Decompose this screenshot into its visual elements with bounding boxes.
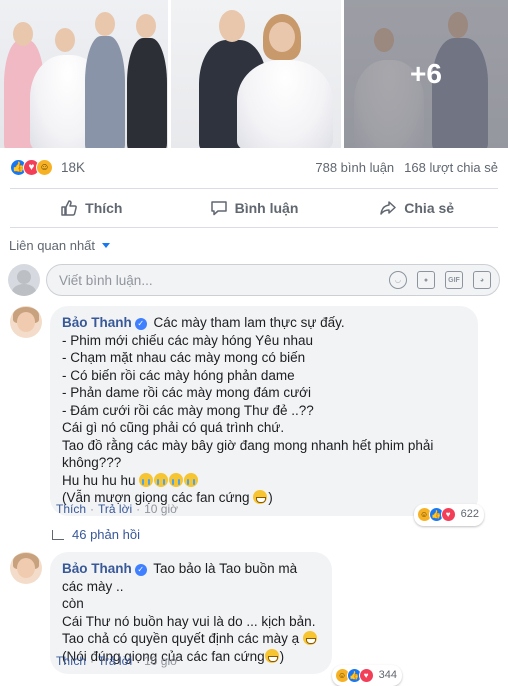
comment-placeholder: Viết bình luận... bbox=[59, 273, 153, 288]
sort-label: Liên quan nhất bbox=[9, 238, 95, 253]
comment-text-line: Cái gì nó cũng phải có quá trình chứ. bbox=[62, 419, 466, 437]
gif-icon[interactable]: GIF bbox=[445, 271, 463, 289]
comment-text-line: không??? bbox=[62, 454, 466, 472]
comment-text-line: Các mày tham lam thực sự đấy. bbox=[154, 315, 345, 330]
love-reaction-icon: ♥ bbox=[441, 507, 456, 522]
camera-icon[interactable]: ● bbox=[417, 271, 435, 289]
reply-arrow-icon bbox=[52, 530, 64, 540]
sticker-icon[interactable]: ◕ bbox=[473, 271, 491, 289]
comment-reaction-count: 344 bbox=[379, 667, 397, 685]
comment-input[interactable]: Viết bình luận... ◡ ● GIF ◕ bbox=[46, 264, 500, 296]
like-label: Thích bbox=[85, 200, 122, 216]
comment-reply-link[interactable]: Trả lời bbox=[98, 654, 132, 668]
comment-count[interactable]: 788 bình luận bbox=[315, 160, 394, 175]
author-avatar[interactable] bbox=[10, 306, 42, 338]
comment-reactions[interactable]: ☺ 👍 ♥ 344 bbox=[332, 665, 402, 686]
more-photos-overlay: +6 bbox=[344, 0, 508, 148]
author-name[interactable]: Bảo Thanh bbox=[62, 315, 132, 330]
comment-text-line: còn bbox=[62, 595, 320, 613]
comment-sort-dropdown[interactable]: Liên quan nhất bbox=[9, 238, 110, 253]
comment-text-line: Cái Thư nó buồn hay vui là do ... kịch b… bbox=[62, 613, 320, 631]
author-name[interactable]: Bảo Thanh bbox=[62, 561, 132, 576]
crying-emoji-icon bbox=[169, 473, 183, 487]
photo-2[interactable] bbox=[171, 0, 341, 148]
comment-reaction-count: 622 bbox=[461, 506, 479, 524]
crying-emoji-icon bbox=[139, 473, 153, 487]
comment-text-line: Tao đồ rằng các mày bây giờ đang mong nh… bbox=[62, 437, 466, 455]
like-button[interactable]: Thích bbox=[10, 189, 173, 227]
photo-grid: +6 bbox=[0, 0, 508, 148]
current-user-avatar[interactable] bbox=[8, 264, 40, 296]
comment-1: Bảo Thanh✓ Các mày tham lam thực sự đấy.… bbox=[10, 306, 478, 516]
comment-timestamp[interactable]: 10 giờ bbox=[144, 654, 178, 668]
haha-reaction-icon: ☺ bbox=[36, 159, 53, 176]
comment-reactions[interactable]: ☺ 👍 ♥ 622 bbox=[414, 504, 484, 526]
crying-emoji-icon bbox=[154, 473, 168, 487]
share-button[interactable]: Chia sẻ bbox=[335, 189, 498, 227]
share-count[interactable]: 168 lượt chia sẻ bbox=[404, 160, 498, 175]
emoji-icon[interactable]: ◡ bbox=[389, 271, 407, 289]
grinning-emoji-icon bbox=[303, 631, 317, 645]
comment-bubble: Bảo Thanh✓ Các mày tham lam thực sự đấy.… bbox=[50, 306, 478, 516]
comment-text-line: - Phim mới chiếu các mày hóng Yêu nhau bbox=[62, 332, 466, 350]
comment-text-line: - Chạm mặt nhau các mày mong có biến bbox=[62, 349, 466, 367]
comment-timestamp[interactable]: 10 giờ bbox=[144, 502, 178, 516]
crying-emoji-icon bbox=[184, 473, 198, 487]
photo-3-more[interactable]: +6 bbox=[344, 0, 508, 148]
comment-text-line: - Đám cưới rồi các mày mong Thư đẻ ..?? bbox=[62, 402, 466, 420]
comment-icon bbox=[210, 199, 228, 217]
comment-like-link[interactable]: Thích bbox=[56, 502, 86, 516]
comment-reply-link[interactable]: Trả lời bbox=[98, 502, 132, 516]
verified-badge-icon: ✓ bbox=[135, 564, 147, 576]
more-photos-count: +6 bbox=[410, 58, 442, 90]
comment-button[interactable]: Bình luận bbox=[173, 189, 336, 227]
verified-badge-icon: ✓ bbox=[135, 318, 147, 330]
thumbs-up-icon bbox=[60, 199, 78, 217]
grinning-emoji-icon bbox=[265, 649, 279, 663]
view-replies-link[interactable]: 46 phản hồi bbox=[52, 527, 140, 542]
comment-text-line: - Phản dame rồi các mày mong đám cưới bbox=[62, 384, 466, 402]
share-icon bbox=[379, 199, 397, 217]
share-label: Chia sẻ bbox=[404, 200, 454, 216]
caret-down-icon bbox=[102, 243, 110, 248]
grinning-emoji-icon bbox=[253, 490, 267, 504]
comment-text-line: - Có biến rồi các mày hóng phản dame bbox=[62, 367, 466, 385]
photo-1[interactable] bbox=[0, 0, 168, 148]
reaction-summary: 👍 ♥ ☺ 18K 788 bình luận 168 lượt chia sẻ bbox=[0, 148, 508, 186]
replies-count: 46 phản hồi bbox=[72, 527, 140, 542]
comment-text-line: Tao chả có quyền quyết định các mày ạ bbox=[62, 631, 299, 646]
comment-like-link[interactable]: Thích bbox=[56, 654, 86, 668]
action-bar: Thích Bình luận Chia sẻ bbox=[10, 188, 498, 228]
reaction-count[interactable]: 18K bbox=[61, 160, 85, 175]
author-avatar[interactable] bbox=[10, 552, 42, 584]
comment-text-line: Hu hu hu hu bbox=[62, 473, 136, 488]
comment-2-meta: Thích· Trả lời· 10 giờ bbox=[56, 654, 178, 668]
comment-composer: Viết bình luận... ◡ ● GIF ◕ bbox=[8, 264, 500, 296]
love-reaction-icon: ♥ bbox=[359, 668, 374, 683]
comment-label: Bình luận bbox=[235, 200, 299, 216]
reaction-icons[interactable]: 👍 ♥ ☺ bbox=[10, 159, 49, 176]
comment-1-meta: Thích· Trả lời· 10 giờ bbox=[56, 502, 178, 516]
